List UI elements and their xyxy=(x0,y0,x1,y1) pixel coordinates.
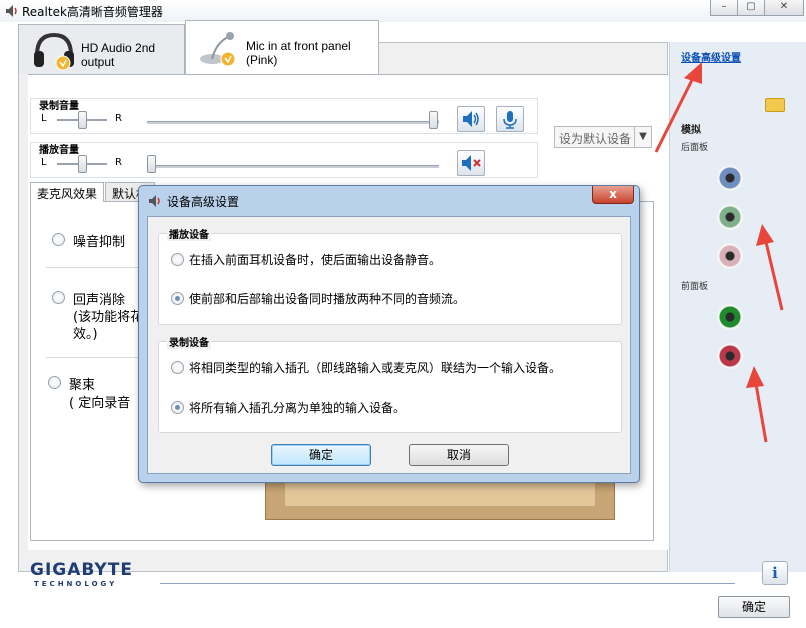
record-group-title: 录制设备 xyxy=(167,334,211,349)
dialog-body: 播放设备 在插入前面耳机设备时，使后面输出设备静音。 使前部和后部输出设备同时播… xyxy=(147,216,631,474)
tab-mic-effects[interactable]: 麦克风效果 xyxy=(30,182,105,202)
speaker-icon xyxy=(6,5,17,17)
speaker-icon xyxy=(463,111,479,127)
dialog-cancel-button[interactable]: 取消 xyxy=(409,444,509,466)
playback-volume-title: 播放音量 xyxy=(39,145,79,156)
speaker-muted-icon xyxy=(462,155,481,171)
ok-button[interactable]: 确定 xyxy=(718,596,790,618)
mute-rear-on-front-radio[interactable] xyxy=(171,253,184,266)
echo-cancellation-desc-2: 效。) xyxy=(73,327,98,342)
tab-label: Mic in at front panel (Pink) xyxy=(246,39,351,67)
beamforming-radio[interactable] xyxy=(48,376,61,389)
combine-inputs-label: 将相同类型的输入插孔（即线路输入或麦克风）联结为一个输入设备。 xyxy=(189,361,562,375)
maximize-button[interactable]: ▢ xyxy=(737,0,765,16)
speaker-icon xyxy=(149,195,160,207)
balance-left-label: L xyxy=(41,157,47,168)
dual-stream-radio[interactable] xyxy=(171,292,184,305)
advanced-settings-dialog: 设备高级设置 x 播放设备 在插入前面耳机设备时，使后面输出设备静音。 使前部和… xyxy=(138,185,640,483)
beamforming-label: 聚束 xyxy=(69,378,96,393)
tab-mic-front-panel[interactable]: Mic in at front panel (Pink) xyxy=(185,20,379,74)
record-balance-slider[interactable] xyxy=(78,111,87,129)
playback-volume-track xyxy=(147,165,439,168)
rear-blue-jack[interactable] xyxy=(717,165,743,191)
separate-inputs-label: 将所有输入插孔分离为单独的输入设备。 xyxy=(189,401,406,415)
record-speaker-button[interactable] xyxy=(457,106,485,132)
window-title: Realtek高清晰音频管理器 xyxy=(22,5,163,19)
gigabyte-logo: GIGABYTE xyxy=(30,560,133,580)
microphone-icon xyxy=(503,111,517,129)
info-button[interactable]: i xyxy=(762,561,788,585)
record-mic-button[interactable] xyxy=(496,106,524,132)
divider xyxy=(46,357,142,358)
close-button[interactable]: ✕ xyxy=(764,0,804,16)
balance-right-label: R xyxy=(115,113,122,124)
tab-label: HD Audio 2nd output xyxy=(81,41,156,69)
rear-green-jack[interactable] xyxy=(717,204,743,230)
rear-pink-jack[interactable] xyxy=(717,243,743,269)
balance-right-label: R xyxy=(115,157,122,168)
playback-volume-slider[interactable] xyxy=(147,155,156,173)
record-volume-track xyxy=(147,121,439,124)
record-volume-slider[interactable] xyxy=(429,111,438,129)
annotation-arrow xyxy=(746,366,768,443)
front-pink-jack[interactable] xyxy=(717,343,743,369)
dual-stream-label: 使前部和后部输出设备同时播放两种不同的音频流。 xyxy=(189,292,466,306)
playback-mute-button[interactable] xyxy=(457,150,485,176)
set-default-device-label: 设为默认设备 xyxy=(559,132,632,146)
tab-hd-audio-2nd-output[interactable]: HD Audio 2nd output xyxy=(18,24,185,74)
front-green-jack[interactable] xyxy=(717,304,743,330)
record-device-group: 录制设备 将相同类型的输入插孔（即线路输入或麦克风）联结为一个输入设备。 将所有… xyxy=(158,334,622,433)
dialog-ok-button[interactable]: 确定 xyxy=(271,444,371,466)
playback-device-group: 播放设备 在插入前面耳机设备时，使后面输出设备静音。 使前部和后部输出设备同时播… xyxy=(158,226,622,325)
noise-suppression-label: 噪音抑制 xyxy=(73,235,126,250)
annotation-arrow xyxy=(756,224,784,311)
headphones-icon xyxy=(34,32,74,71)
folder-icon[interactable] xyxy=(765,98,785,112)
balance-left-label: L xyxy=(41,113,47,124)
dialog-title: 设备高级设置 xyxy=(167,195,240,209)
front-panel-label: 前面板 xyxy=(681,282,709,292)
playback-balance-slider[interactable] xyxy=(78,155,87,173)
set-default-device-dropdown[interactable]: 设为默认设备 ▼ xyxy=(554,126,652,148)
separate-inputs-radio[interactable] xyxy=(171,401,184,414)
title-bar: Realtek高清晰音频管理器 – ▢ ✕ xyxy=(0,0,806,22)
beamforming-desc: ( 定向录音 xyxy=(69,396,131,411)
annotation-arrow xyxy=(654,62,702,153)
chevron-down-icon: ▼ xyxy=(634,127,651,147)
echo-cancellation-radio[interactable] xyxy=(52,291,65,304)
microphone-icon xyxy=(200,32,236,67)
record-volume-title: 录制音量 xyxy=(39,101,79,112)
mute-rear-on-front-label: 在插入前面耳机设备时，使后面输出设备静音。 xyxy=(189,253,442,267)
divider xyxy=(46,267,142,268)
dialog-close-button[interactable]: x xyxy=(592,186,634,204)
gigabyte-logo-sub: TECHNOLOGY xyxy=(34,580,118,588)
playback-group-title: 播放设备 xyxy=(167,226,211,241)
combine-inputs-radio[interactable] xyxy=(171,361,184,374)
minimize-button[interactable]: – xyxy=(710,0,738,16)
noise-suppression-radio[interactable] xyxy=(52,233,65,246)
divider xyxy=(160,583,735,584)
